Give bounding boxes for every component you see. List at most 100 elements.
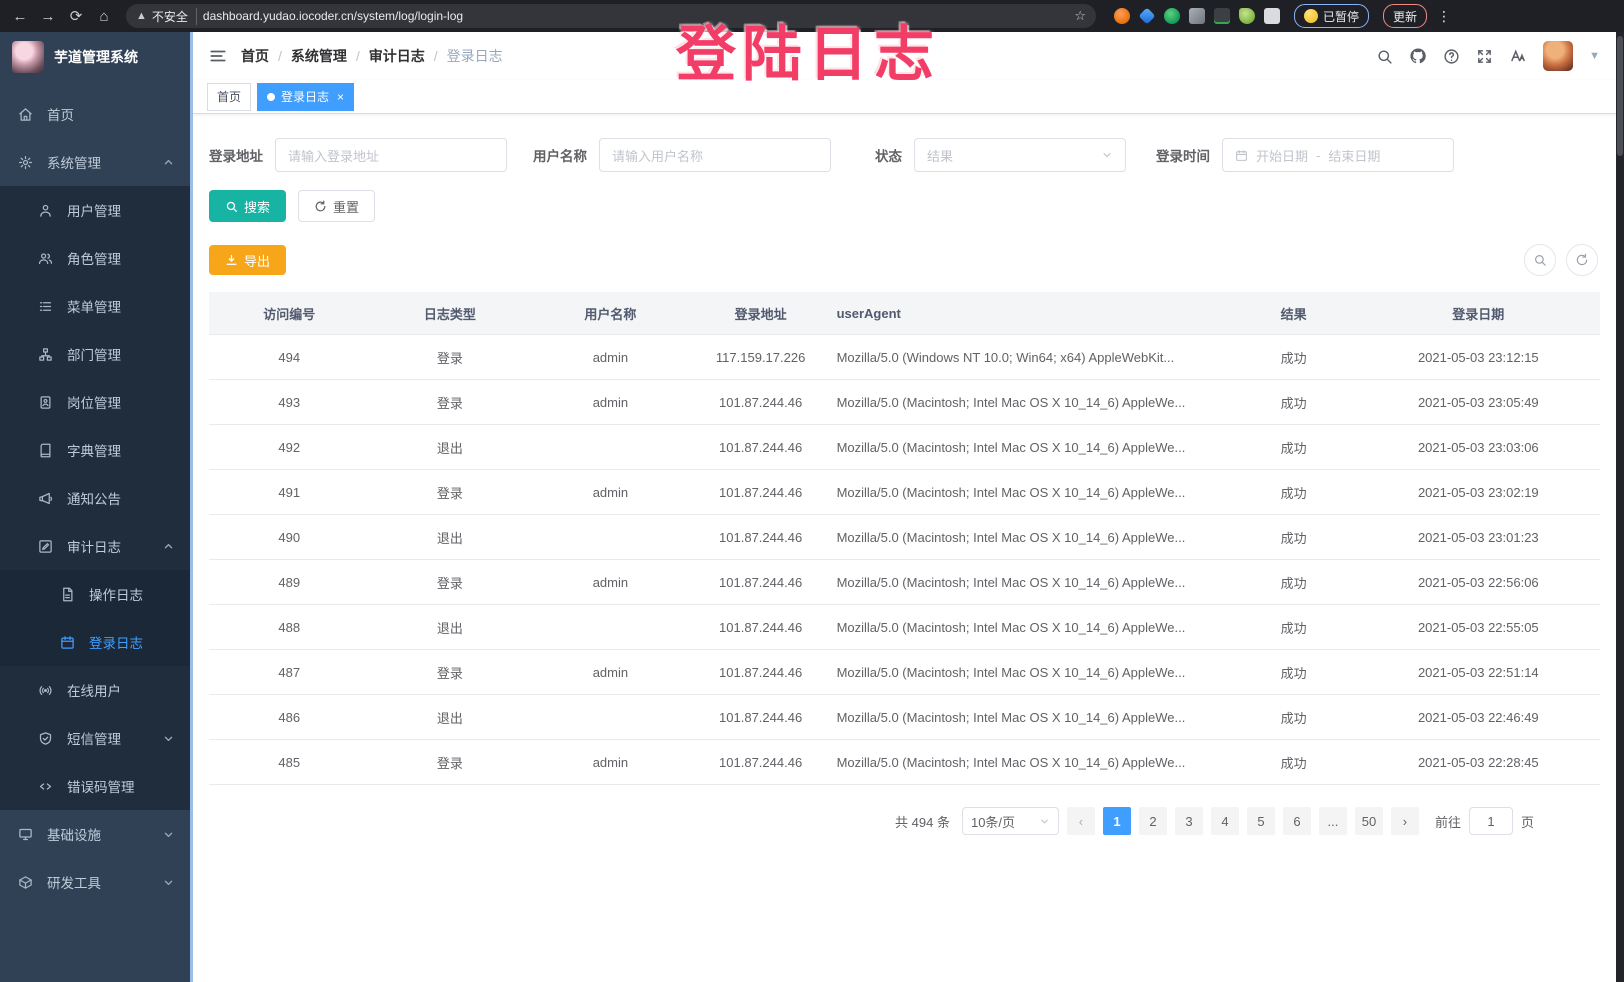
breadcrumb-separator: / <box>434 48 438 64</box>
page-button-6[interactable]: 6 <box>1283 807 1311 835</box>
sidebar-item-短信管理[interactable]: 短信管理 <box>0 714 190 762</box>
export-button[interactable]: 导出 <box>209 245 286 275</box>
table-cell <box>530 515 691 560</box>
table-cell: 486 <box>209 695 370 740</box>
browser-scrollbar[interactable] <box>1616 32 1624 982</box>
sidebar-item-字典管理[interactable]: 字典管理 <box>0 426 190 474</box>
close-icon[interactable]: × <box>337 90 344 104</box>
goto-label: 前往 <box>1435 812 1461 831</box>
bookmark-star-icon[interactable]: ☆ <box>1074 8 1086 24</box>
search-button[interactable]: 搜索 <box>209 190 286 222</box>
table-row[interactable]: 492退出101.87.244.46Mozilla/5.0 (Macintosh… <box>209 425 1600 470</box>
scrollbar-thumb[interactable] <box>1617 36 1623 156</box>
toggle-search-button[interactable] <box>1524 244 1556 276</box>
sidebar-item-岗位管理[interactable]: 岗位管理 <box>0 378 190 426</box>
breadcrumb-separator: / <box>278 48 282 64</box>
menu-list-icon <box>38 299 53 314</box>
page-button-5[interactable]: 5 <box>1247 807 1275 835</box>
blue-gem-extension-icon[interactable] <box>1139 8 1156 25</box>
browser-menu-icon[interactable]: ⋮ <box>1433 8 1455 25</box>
prev-page-button[interactable]: ‹ <box>1067 807 1095 835</box>
status-label: 状态 <box>875 145 902 165</box>
avatar-caret-down-icon[interactable]: ▼ <box>1589 50 1600 62</box>
page-buttons: 123456... 50 <box>1103 807 1383 835</box>
column-header-userAgent: userAgent <box>831 292 1231 335</box>
page-button-1[interactable]: 1 <box>1103 807 1131 835</box>
status-select[interactable]: 结果 <box>914 138 1126 172</box>
sidebar-item-基础设施[interactable]: 基础设施 <box>0 810 190 858</box>
table-row[interactable]: 493登录admin101.87.244.46Mozilla/5.0 (Maci… <box>209 380 1600 425</box>
sidebar-item-角色管理[interactable]: 角色管理 <box>0 234 190 282</box>
next-page-button[interactable]: › <box>1391 807 1419 835</box>
table-row[interactable]: 491登录admin101.87.244.46Mozilla/5.0 (Maci… <box>209 470 1600 515</box>
sidebar-item-系统管理[interactable]: 系统管理 <box>0 138 190 186</box>
sidebar-item-审计日志[interactable]: 审计日志 <box>0 522 190 570</box>
tag-登录日志[interactable]: 登录日志× <box>257 83 354 111</box>
table-row[interactable]: 489登录admin101.87.244.46Mozilla/5.0 (Maci… <box>209 560 1600 605</box>
sidebar-item-登录日志[interactable]: 登录日志 <box>0 618 190 666</box>
tabs-on-extension-icon[interactable] <box>1214 8 1230 24</box>
browser-forward-icon[interactable]: → <box>36 4 60 28</box>
puzzle-extension-icon[interactable] <box>1264 8 1280 24</box>
table-row[interactable]: 490退出101.87.244.46Mozilla/5.0 (Macintosh… <box>209 515 1600 560</box>
date-range-picker[interactable]: 开始日期 - 结束日期 <box>1222 138 1454 172</box>
browser-back-icon[interactable]: ← <box>8 4 32 28</box>
table-row[interactable]: 488退出101.87.244.46Mozilla/5.0 (Macintosh… <box>209 605 1600 650</box>
sidebar-scrollbar[interactable] <box>190 32 193 982</box>
security-warning[interactable]: ▲ 不安全 <box>136 8 197 25</box>
update-button[interactable]: 更新 <box>1383 4 1427 28</box>
table-row[interactable]: 494登录admin117.159.17.226Mozilla/5.0 (Win… <box>209 335 1600 380</box>
breadcrumb-item[interactable]: 审计日志 <box>369 46 425 66</box>
table-row[interactable]: 486退出101.87.244.46Mozilla/5.0 (Macintosh… <box>209 695 1600 740</box>
table-cell: Mozilla/5.0 (Windows NT 10.0; Win64; x64… <box>831 335 1231 380</box>
refresh-button[interactable] <box>1566 244 1598 276</box>
grid-extension-icon[interactable] <box>1189 8 1205 24</box>
sidebar-item-错误码管理[interactable]: 错误码管理 <box>0 762 190 810</box>
font-size-icon[interactable] <box>1509 47 1527 65</box>
page-button-50[interactable]: 50 <box>1355 807 1383 835</box>
leaf-extension-icon[interactable] <box>1239 8 1255 24</box>
table-cell: 登录 <box>370 650 531 695</box>
table-cell: Mozilla/5.0 (Macintosh; Intel Mac OS X 1… <box>831 650 1231 695</box>
breadcrumb-item[interactable]: 首页 <box>241 46 269 66</box>
page-button-3[interactable]: 3 <box>1175 807 1203 835</box>
orange-extension-icon[interactable] <box>1114 8 1130 24</box>
github-icon[interactable] <box>1409 47 1427 65</box>
collapse-sidebar-icon[interactable] <box>209 47 227 65</box>
page-button-2[interactable]: 2 <box>1139 807 1167 835</box>
fullscreen-icon[interactable] <box>1476 48 1493 65</box>
help-icon[interactable] <box>1443 48 1460 65</box>
breadcrumb-item[interactable]: 系统管理 <box>291 46 347 66</box>
page-button-4[interactable]: 4 <box>1211 807 1239 835</box>
sidebar-item-首页[interactable]: 首页 <box>0 90 190 138</box>
sidebar-item-在线用户[interactable]: 在线用户 <box>0 666 190 714</box>
page-size-select[interactable]: 10条/页 <box>962 807 1059 835</box>
search-icon[interactable] <box>1376 48 1393 65</box>
user-avatar[interactable] <box>1543 41 1573 71</box>
table-row[interactable]: 485登录admin101.87.244.46Mozilla/5.0 (Maci… <box>209 740 1600 785</box>
page-ellipsis[interactable]: ... <box>1319 807 1347 835</box>
browser-reload-icon[interactable]: ⟳ <box>64 4 88 28</box>
table-cell: 101.87.244.46 <box>691 695 831 740</box>
logo-row[interactable]: 芋道管理系统 <box>0 32 190 82</box>
tag-首页[interactable]: 首页 <box>207 83 251 111</box>
calendar-icon <box>60 635 75 650</box>
sidebar-item-部门管理[interactable]: 部门管理 <box>0 330 190 378</box>
sidebar-item-用户管理[interactable]: 用户管理 <box>0 186 190 234</box>
goto-page-input[interactable]: 1 <box>1469 807 1513 835</box>
table-cell: 成功 <box>1231 650 1357 695</box>
address-bar[interactable]: ▲ 不安全 dashboard.yudao.iocoder.cn/system/… <box>126 4 1096 28</box>
green-heart-extension-icon[interactable] <box>1164 8 1180 24</box>
sidebar-item-菜单管理[interactable]: 菜单管理 <box>0 282 190 330</box>
username-input[interactable]: 请输入用户名称 <box>599 138 831 172</box>
table-body: 494登录admin117.159.17.226Mozilla/5.0 (Win… <box>209 335 1600 785</box>
paused-chip[interactable]: 已暂停 <box>1294 4 1369 28</box>
sidebar-item-通知公告[interactable]: 通知公告 <box>0 474 190 522</box>
reset-button[interactable]: 重置 <box>298 190 375 222</box>
sidebar-item-研发工具[interactable]: 研发工具 <box>0 858 190 906</box>
browser-home-icon[interactable]: ⌂ <box>92 4 116 28</box>
table-row[interactable]: 487登录admin101.87.244.46Mozilla/5.0 (Maci… <box>209 650 1600 695</box>
paused-label: 已暂停 <box>1323 8 1359 25</box>
sidebar-item-操作日志[interactable]: 操作日志 <box>0 570 190 618</box>
login-address-input[interactable]: 请输入登录地址 <box>275 138 507 172</box>
